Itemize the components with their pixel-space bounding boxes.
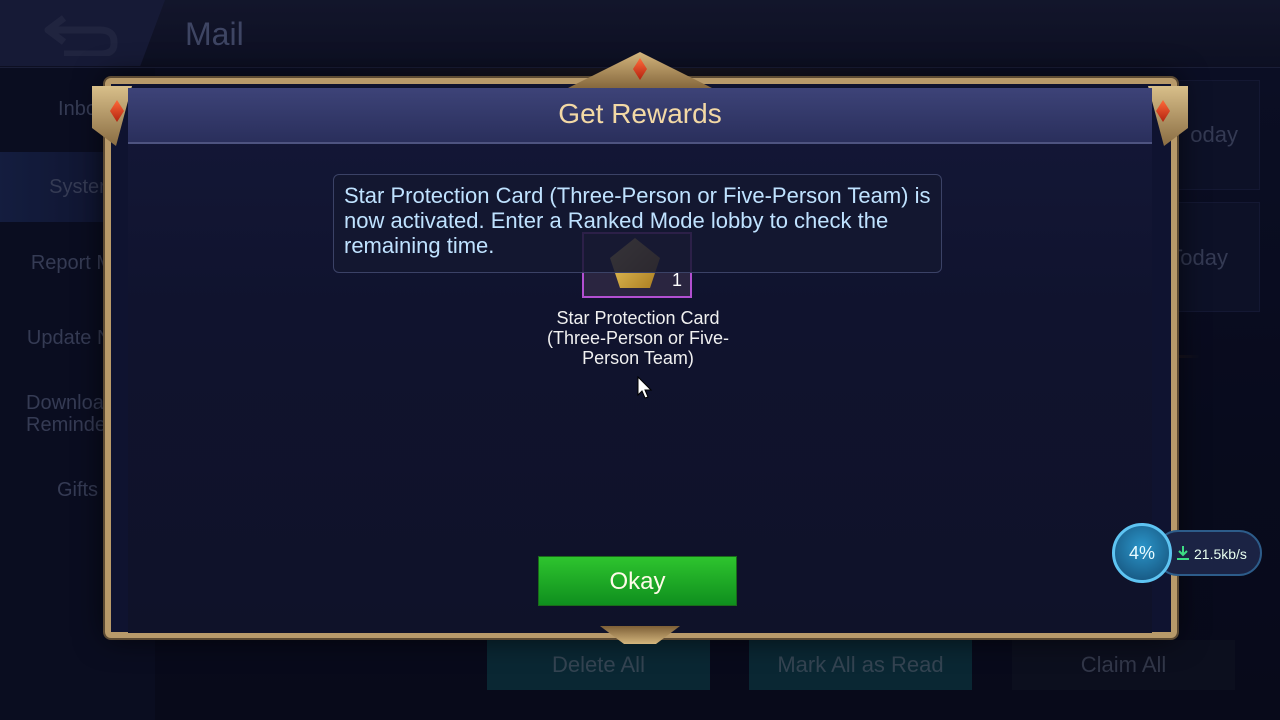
dialog-title: Get Rewards <box>558 98 722 129</box>
reward-item-name: Star Protection Card (Three-Person or Fi… <box>546 308 730 368</box>
download-speed: 21.5kb/s <box>1194 546 1247 562</box>
mouse-cursor-icon <box>637 376 653 399</box>
okay-button[interactable]: Okay <box>538 556 737 606</box>
download-progress-badge[interactable]: 4% <box>1112 523 1172 583</box>
download-icon <box>1177 546 1189 560</box>
reward-item-quantity: 1 <box>672 270 683 290</box>
item-tooltip: Star Protection Card (Three-Person or Fi… <box>333 174 942 273</box>
